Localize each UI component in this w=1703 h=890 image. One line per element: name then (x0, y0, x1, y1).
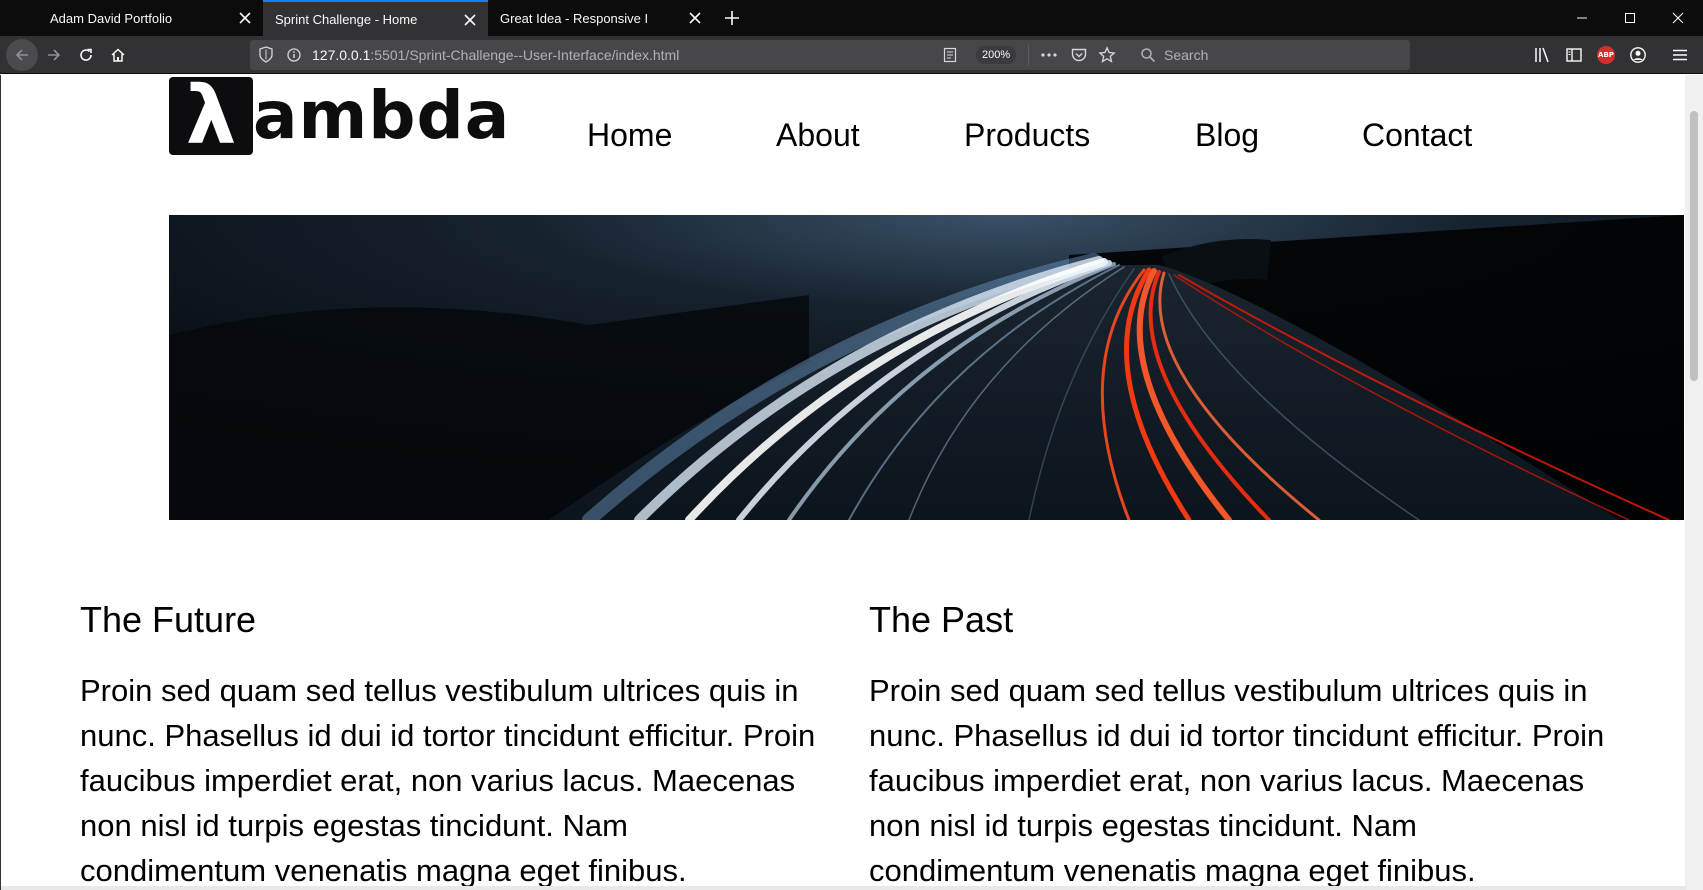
page-viewport: λ ambda Home About Products Blog Contact (0, 75, 1703, 890)
hamburger-menu-icon[interactable] (1670, 45, 1690, 65)
zoom-level-badge[interactable]: 200% (976, 46, 1017, 64)
library-icon[interactable] (1532, 45, 1552, 65)
back-arrow-icon[interactable] (6, 39, 38, 71)
nav-link-contact[interactable]: Contact (1362, 115, 1472, 155)
url-host: 127.0.0.1 (312, 47, 371, 63)
close-tab-icon[interactable] (685, 8, 705, 28)
tab-adam-david-portfolio[interactable]: Adam David Portfolio (38, 0, 263, 36)
maximize-window-icon[interactable] (1606, 0, 1654, 36)
bookmark-star-icon[interactable] (1098, 46, 1116, 69)
navigation-toolbar: 127.0.0.1:5501/Sprint-Challenge--User-In… (0, 36, 1703, 74)
url-path: :5501/Sprint-Challenge--User-Interface/i… (370, 47, 680, 63)
section-heading-future: The Future (80, 599, 257, 640)
sidebar-toggle-icon[interactable] (1564, 45, 1584, 65)
page-actions-menu-icon[interactable] (1040, 46, 1058, 69)
new-tab-plus-icon[interactable] (720, 6, 744, 30)
tab-title: Adam David Portfolio (50, 10, 173, 26)
tab-strip: Adam David Portfolio Sprint Challenge - … (0, 0, 1703, 36)
reload-icon[interactable] (72, 41, 100, 69)
section-body-past: Proin sed quam sed tellus vestibulum ult… (869, 673, 1605, 888)
hero-image-highway-light-trails (169, 215, 1684, 520)
search-bar[interactable]: Search (1132, 40, 1410, 70)
tab-sprint-challenge-home[interactable]: Sprint Challenge - Home (263, 0, 488, 36)
tab-title: Sprint Challenge - Home (275, 11, 418, 27)
nav-link-home[interactable]: Home (587, 115, 672, 155)
nav-link-products[interactable]: Products (964, 115, 1090, 155)
content-column-past: The Past Proin sed quam sed tellus vesti… (869, 600, 1609, 890)
home-icon[interactable] (104, 41, 132, 69)
section-body-future: Proin sed quam sed tellus vestibulum ult… (80, 673, 816, 888)
nav-link-blog[interactable]: Blog (1195, 115, 1259, 155)
vertical-scrollbar[interactable] (1685, 75, 1703, 890)
site-info-icon[interactable] (286, 46, 302, 69)
forward-arrow-icon[interactable] (40, 41, 68, 69)
url-text[interactable]: 127.0.0.1:5501/Sprint-Challenge--User-In… (312, 40, 679, 70)
reader-view-icon[interactable] (942, 46, 958, 69)
main-nav: Home About Products Blog Contact (1, 115, 1703, 155)
scrollbar-thumb[interactable] (1690, 111, 1698, 381)
content-column-future: The Future Proin sed quam sed tellus ves… (80, 600, 820, 890)
tab-title: Great Idea - Responsive I (500, 10, 649, 26)
tab-great-idea-responsive[interactable]: Great Idea - Responsive I (488, 0, 713, 36)
close-tab-icon[interactable] (235, 8, 255, 28)
search-placeholder: Search (1164, 47, 1209, 63)
adblock-plus-icon[interactable]: ABP (1596, 45, 1616, 65)
pocket-icon[interactable] (1070, 46, 1088, 69)
close-tab-icon[interactable] (460, 10, 480, 30)
close-window-icon[interactable] (1654, 0, 1702, 36)
horizontal-scrollbar[interactable] (1, 886, 1686, 890)
search-icon (1140, 47, 1156, 68)
account-icon[interactable] (1628, 45, 1648, 65)
url-divider (1028, 44, 1029, 66)
abp-label: ABP (1597, 46, 1615, 64)
section-heading-past: The Past (869, 599, 1014, 640)
minimize-window-icon[interactable] (1558, 0, 1606, 36)
tracking-shield-icon[interactable] (258, 46, 274, 69)
nav-link-about[interactable]: About (776, 115, 860, 155)
